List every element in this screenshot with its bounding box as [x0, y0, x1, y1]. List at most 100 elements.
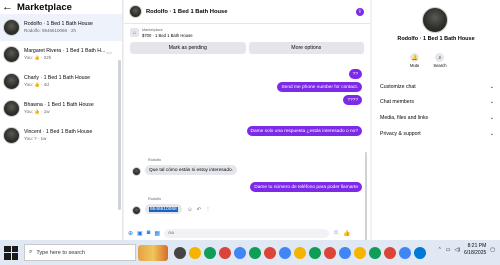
avatar: [3, 19, 20, 36]
section-label: Privacy & support: [380, 131, 421, 137]
edge-icon[interactable]: [414, 246, 426, 259]
chrome-icon[interactable]: [294, 246, 306, 259]
outgoing-message: Dame solo una respuesta ¿estás interesad…: [246, 126, 362, 136]
windows-start-icon[interactable]: [4, 245, 18, 260]
mark-as-pending-button[interactable]: Mark as pending: [130, 42, 246, 54]
search-button[interactable]: ⌕ Search: [433, 53, 447, 68]
plus-icon[interactable]: ⊕: [128, 230, 133, 237]
phone-number-text[interactable]: 9546610068: [149, 206, 178, 212]
conversation-sidebar: ← Marketplace Rodolfo · 1 Bed 1 Bath Hou…: [0, 0, 123, 240]
thumbs-up-icon: 👍: [34, 82, 40, 87]
chrome-icon[interactable]: [249, 246, 261, 259]
section-chat-members[interactable]: Chat members ⌄: [380, 97, 494, 107]
chat-title[interactable]: Rodolfo · 1 Bed 1 Bath House: [146, 9, 227, 15]
image-icon[interactable]: ▣: [137, 230, 143, 237]
network-icon[interactable]: ▭: [446, 247, 451, 253]
listing-price: $700 · 1 Bed 1 Bath House: [142, 32, 193, 38]
chat-panel: Rodolfo · 1 Bed 1 Bath House i ⌂ Marketp…: [124, 0, 370, 265]
mute-button[interactable]: 🔔 Mute: [410, 53, 419, 68]
search-icon: ⌕: [29, 249, 33, 255]
conversation-name: Margaret Rivera · 1 Bed 1 Bath H...: [24, 48, 106, 54]
house-icon: ⌂: [130, 28, 139, 37]
thumbs-up-icon[interactable]: 👍: [343, 230, 350, 237]
info-icon[interactable]: i: [356, 8, 364, 16]
chrome-icon[interactable]: [219, 246, 231, 259]
clock-time: 8:21 PM: [467, 243, 487, 249]
section-label: Chat members: [380, 99, 415, 105]
volume-icon[interactable]: ◁): [455, 247, 461, 253]
chevron-down-icon: ⌄: [489, 131, 494, 137]
section-label: Media, files and links: [380, 115, 429, 121]
listing-summary[interactable]: ⌂ Marketplace $700 · 1 Bed 1 Bath House: [124, 24, 370, 41]
menu-icon[interactable]: ⋯: [106, 50, 112, 57]
incoming-message: Que tal cómo estás si estoy interesado.: [145, 165, 237, 175]
listing-actions: Mark as pending More options: [124, 42, 370, 54]
thumbs-up-icon: 👍: [34, 109, 40, 114]
chrome-icon[interactable]: [264, 246, 276, 259]
sidebar-scrollbar[interactable]: [118, 60, 121, 210]
section-privacy-support[interactable]: Privacy & support ⌄: [380, 129, 494, 139]
sender-name: Rodolfo: [148, 158, 162, 162]
conversation-item[interactable]: Bhawna · 1 Bed 1 Bath House You: 👍 · 1w: [0, 95, 122, 122]
conversation-preview: Rodolfo: 9546610068 · 2h: [24, 28, 77, 33]
chevron-down-icon: ⌄: [489, 84, 494, 90]
avatar: [3, 127, 20, 144]
system-tray: ⌃ ▭ ◁) 8:21 PM 6/18/2025 ▢: [438, 243, 495, 257]
clock[interactable]: 8:21 PM 6/18/2025: [464, 243, 486, 257]
file-explorer-icon[interactable]: [189, 246, 201, 259]
notification-icon[interactable]: ▢: [490, 247, 495, 253]
chrome-icon[interactable]: [384, 246, 396, 259]
more-options-button[interactable]: More options: [248, 42, 364, 54]
search-placeholder: Type here to search: [36, 249, 85, 256]
preview-prefix: You:: [24, 55, 35, 60]
conversation-preview: You: 👍 · 1w: [24, 109, 114, 115]
taskbar-search-input[interactable]: ⌕ Type here to search: [24, 244, 136, 261]
chevron-down-icon: ⌄: [489, 115, 494, 121]
smiley-icon[interactable]: ☺: [187, 207, 193, 213]
avatar[interactable]: [129, 5, 142, 18]
chrome-icon[interactable]: [324, 246, 336, 259]
chrome-icon[interactable]: [204, 246, 216, 259]
task-view-icon[interactable]: [174, 246, 186, 259]
emoji-icon[interactable]: ☺: [333, 230, 339, 236]
sticker-icon[interactable]: ◙: [147, 230, 151, 236]
conversation-preview: You: 👍 · 22h: [24, 55, 114, 61]
message-thread: ?? Send me phone number for contact. ???…: [124, 57, 370, 265]
chrome-icon[interactable]: [339, 246, 351, 259]
chrome-icon[interactable]: [354, 246, 366, 259]
reply-icon[interactable]: ↶: [197, 207, 202, 213]
message-input[interactable]: Aa: [164, 228, 329, 238]
chat-info-panel: Rodolfo · 1 Bed 1 Bath House 🔔 Mute ⌕ Se…: [372, 0, 500, 240]
incoming-message: 9546610068: [145, 204, 182, 214]
chrome-icon[interactable]: [234, 246, 246, 259]
avatar: [3, 73, 20, 90]
outgoing-message: Dame tu número de teléfono para poder ll…: [250, 182, 362, 192]
chrome-icon[interactable]: [309, 246, 321, 259]
avatar: [132, 167, 141, 176]
conversation-name: Vincent · 1 Bed 1 Bath House: [24, 129, 93, 135]
conversation-item[interactable]: Vincent · 1 Bed 1 Bath House You: ? · 1w: [0, 122, 122, 149]
avatar[interactable]: [422, 7, 448, 33]
section-media-files-links[interactable]: Media, files and links ⌄: [380, 113, 494, 123]
windows-taskbar: ⌕ Type here to search ⌃ ▭ ◁) 8:21 PM 6/1…: [0, 240, 500, 265]
section-customize-chat[interactable]: Customize chat ⌄: [380, 82, 494, 92]
chrome-icon[interactable]: [369, 246, 381, 259]
bell-icon: 🔔: [410, 53, 420, 62]
gif-icon[interactable]: ▦: [154, 230, 160, 237]
chevron-up-icon[interactable]: ⌃: [438, 247, 442, 253]
search-highlight-image: [138, 244, 168, 261]
chrome-icon[interactable]: [399, 246, 411, 259]
clock-date: 6/18/2025: [464, 250, 487, 256]
avatar: [132, 206, 141, 215]
chrome-icon[interactable]: [279, 246, 291, 259]
sidebar-title: Marketplace: [17, 1, 72, 13]
back-arrow-icon[interactable]: ←: [2, 1, 13, 13]
more-icon[interactable]: ⋮: [205, 207, 211, 213]
conversation-item[interactable]: Margaret Rivera · 1 Bed 1 Bath H... You:…: [0, 41, 122, 68]
conversation-item[interactable]: Charly · 1 Bed 1 Bath House You: 👍 · 4d: [0, 68, 122, 95]
taskbar-apps: [174, 246, 426, 259]
conversation-item[interactable]: Rodolfo · 1 Bed 1 Bath House Rodolfo: 95…: [0, 14, 122, 41]
message-tools: ☺ ↶ ⋮: [187, 207, 211, 213]
preview-time: · 4d: [40, 82, 49, 87]
composer: ⊕ ▣ ◙ ▦ Aa ☺ 👍: [124, 226, 370, 240]
